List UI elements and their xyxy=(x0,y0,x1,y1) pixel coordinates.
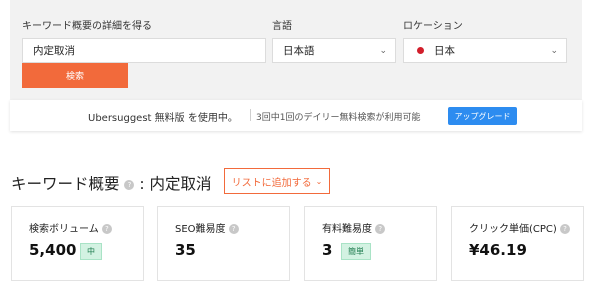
metric-card-cpc: クリック単価(CPC) ? ¥46.19 xyxy=(451,206,584,281)
overview-title-keyword: : 内定取消 xyxy=(139,175,212,193)
metric-label: 有料難易度 ? xyxy=(322,220,386,235)
add-to-list-button[interactable]: リストに追加する ⌄ xyxy=(224,168,330,194)
upgrade-button[interactable]: アップグレード xyxy=(448,107,517,125)
keyword-input[interactable]: 内定取消 xyxy=(22,38,266,63)
metric-value: 35 xyxy=(175,241,196,259)
metric-value: ¥46.19 xyxy=(469,241,527,259)
search-button[interactable]: 検索 xyxy=(22,63,128,88)
japan-flag-icon xyxy=(417,47,424,54)
keyword-label: キーワード概要の詳細を得る xyxy=(22,21,152,32)
usage-text: 3回中1回のデイリー無料検索が利用可能 xyxy=(256,113,421,123)
add-to-list-label: リストに追加する xyxy=(231,177,312,189)
overview-title: キーワード概要 ? : 内定取消 xyxy=(11,172,212,194)
help-icon[interactable]: ? xyxy=(124,179,135,190)
status-badge: 簡単 xyxy=(341,243,371,260)
chevron-down-icon: ⌄ xyxy=(550,45,558,56)
keyword-input-value: 内定取消 xyxy=(33,45,75,57)
help-icon[interactable]: ? xyxy=(101,224,112,234)
metric-label: クリック単価(CPC) ? xyxy=(469,220,570,235)
overview-title-prefix: キーワード概要 xyxy=(11,175,120,193)
metric-label: SEO難易度 ? xyxy=(175,220,239,235)
help-icon[interactable]: ? xyxy=(228,224,239,234)
plan-text: Ubersuggest 無料版 を使用中。 xyxy=(88,113,238,124)
help-icon[interactable]: ? xyxy=(375,224,386,234)
metric-label: 検索ボリューム ? xyxy=(29,220,112,235)
language-select-value: 日本語 xyxy=(283,45,315,57)
language-select[interactable]: 日本語 ⌄ xyxy=(272,38,396,63)
chevron-down-icon: ⌄ xyxy=(379,45,387,56)
banner-divider xyxy=(250,109,251,121)
location-select-value: 日本 xyxy=(434,45,455,57)
status-badge: 中 xyxy=(80,243,102,260)
metric-value: 3 xyxy=(322,241,333,259)
chevron-down-icon: ⌄ xyxy=(315,176,323,186)
metric-card-paid-difficulty: 有料難易度 ? 3 簡単 xyxy=(304,206,437,281)
location-label: ロケーション xyxy=(403,21,463,32)
plan-banner: Ubersuggest 無料版 を使用中。 3回中1回のデイリー無料検索が利用可… xyxy=(10,100,582,131)
location-select[interactable]: 日本 ⌄ xyxy=(403,38,567,63)
metric-card-seo-difficulty: SEO難易度 ? 35 xyxy=(157,206,290,281)
metric-card-search-volume: 検索ボリューム ? 5,400 中 xyxy=(11,206,144,281)
metric-value: 5,400 xyxy=(29,241,77,259)
help-icon[interactable]: ? xyxy=(560,224,570,234)
language-label: 言語 xyxy=(272,21,292,32)
